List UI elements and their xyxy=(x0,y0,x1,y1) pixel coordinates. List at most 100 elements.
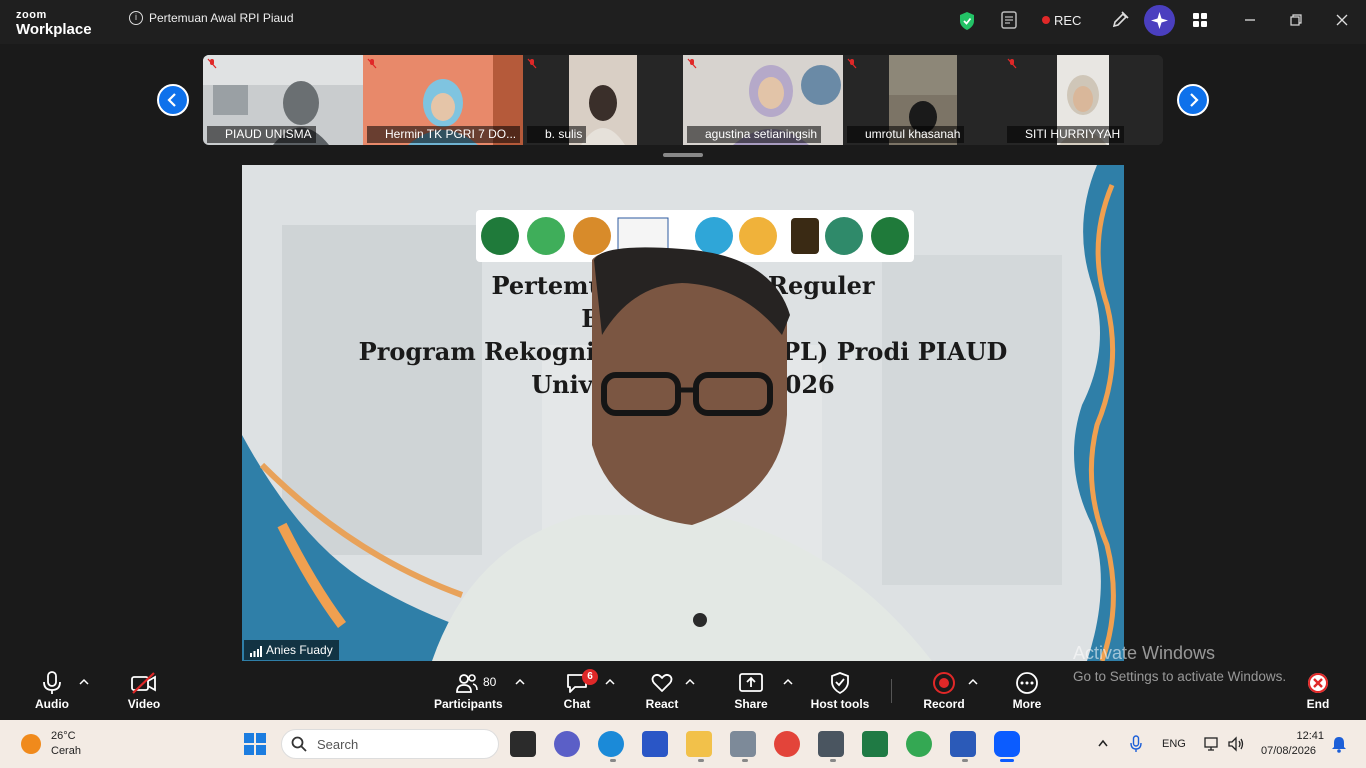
recording-indicator-icon xyxy=(1042,16,1050,24)
participants-label: Participants xyxy=(434,697,503,711)
chrome-profile-icon[interactable] xyxy=(906,731,932,757)
active-app-indicator xyxy=(1000,759,1014,762)
weather-sun-icon[interactable] xyxy=(21,734,41,754)
participant-tile[interactable]: Hermin TK PGRI 7 DO... xyxy=(363,55,523,145)
close-button[interactable] xyxy=(1332,10,1352,30)
participant-name: b. sulis xyxy=(527,126,587,143)
record-icon xyxy=(933,672,955,694)
host-tools-label: Host tools xyxy=(810,697,870,711)
network-icon[interactable] xyxy=(1203,735,1221,753)
ai-companion-icon[interactable] xyxy=(1144,5,1175,36)
muted-mic-icon xyxy=(367,58,377,69)
word-icon[interactable] xyxy=(950,731,976,757)
chat-unread-badge: 6 xyxy=(582,669,598,685)
running-indicator xyxy=(830,759,836,762)
muted-mic-icon xyxy=(687,58,697,69)
record-button[interactable]: Record xyxy=(922,667,966,717)
participant-tile[interactable]: agustina setianingsih xyxy=(683,55,843,145)
chrome-icon[interactable] xyxy=(774,731,800,757)
search-icon xyxy=(291,736,307,752)
react-button[interactable]: React xyxy=(640,667,684,717)
participant-gallery-strip: PIAUD UNISMA Hermin TK PGRI 7 DO... b. s… xyxy=(203,55,1163,145)
minimize-button[interactable] xyxy=(1240,10,1260,30)
excel-icon[interactable] xyxy=(862,731,888,757)
taskbar-search-box[interactable] xyxy=(281,729,499,759)
resize-handle[interactable] xyxy=(663,153,703,157)
video-button[interactable]: Video xyxy=(122,667,166,717)
apps-grid-icon[interactable] xyxy=(1192,12,1208,28)
encryption-shield-icon[interactable] xyxy=(958,11,976,31)
annotate-pen-icon[interactable] xyxy=(1110,10,1130,30)
video-off-icon xyxy=(131,672,156,694)
share-button[interactable]: Share xyxy=(729,667,773,717)
participant-tile[interactable]: PIAUD UNISMA xyxy=(203,55,363,145)
signal-strength-icon xyxy=(250,646,262,657)
notification-bell-icon[interactable] xyxy=(1331,735,1347,753)
input-language[interactable]: ENG xyxy=(1162,738,1186,750)
participant-tile[interactable]: SITI HURRIYYAH xyxy=(1003,55,1163,145)
windows-start-button[interactable] xyxy=(244,733,266,755)
notes-icon[interactable] xyxy=(1000,10,1018,30)
audio-button[interactable]: Audio xyxy=(30,667,74,717)
weather-condition[interactable]: Cerah xyxy=(51,745,81,757)
participant-name: umrotul khasanah xyxy=(847,126,965,143)
audio-options-caret-icon[interactable] xyxy=(78,678,90,686)
clock-date[interactable]: 07/08/2026 xyxy=(1261,745,1316,757)
zoom-app-icon[interactable] xyxy=(994,731,1020,757)
react-options-caret-icon[interactable] xyxy=(684,678,696,686)
info-icon[interactable]: i xyxy=(129,11,143,25)
record-label: Record xyxy=(923,697,965,711)
workplace-logo: Workplace xyxy=(16,21,92,38)
volume-icon[interactable] xyxy=(1227,735,1245,753)
chat-options-caret-icon[interactable] xyxy=(604,678,616,686)
zoom-logo: zoom xyxy=(16,9,47,21)
file-explorer-icon[interactable] xyxy=(686,731,712,757)
participants-options-caret-icon[interactable] xyxy=(514,678,526,686)
weather-temperature[interactable]: 26°C xyxy=(51,730,76,742)
participant-tile[interactable]: umrotul khasanah xyxy=(843,55,1003,145)
host-shield-icon xyxy=(831,672,849,695)
camera-app-icon[interactable] xyxy=(818,731,844,757)
running-indicator xyxy=(742,759,748,762)
participant-name: Hermin TK PGRI 7 DO... xyxy=(367,126,521,143)
recording-label[interactable]: REC xyxy=(1054,13,1081,28)
gallery-prev-button[interactable] xyxy=(157,84,189,116)
tray-microphone-icon[interactable] xyxy=(1130,735,1142,753)
running-indicator xyxy=(698,759,704,762)
gallery-next-button[interactable] xyxy=(1177,84,1209,116)
host-tools-button[interactable]: Host tools xyxy=(810,667,870,717)
meeting-title: Pertemuan Awal RPI Piaud xyxy=(149,11,294,25)
running-indicator xyxy=(962,759,968,762)
restore-button[interactable] xyxy=(1286,10,1306,30)
muted-mic-icon xyxy=(207,58,217,69)
end-meeting-button[interactable]: End xyxy=(1298,667,1338,717)
more-label: More xyxy=(1012,697,1042,711)
video-label: Video xyxy=(127,697,161,711)
speaker-figure xyxy=(432,247,932,661)
muted-mic-icon xyxy=(1007,58,1017,69)
active-speaker-video[interactable]: Pertemuan Av siswa Reguler Beasisw asmen… xyxy=(242,165,1124,661)
calculator-icon[interactable] xyxy=(730,731,756,757)
more-options-icon xyxy=(1016,672,1038,694)
participants-icon xyxy=(456,674,478,693)
edge-browser-icon[interactable] xyxy=(598,731,624,757)
record-options-caret-icon[interactable] xyxy=(967,678,979,686)
show-hidden-icons-icon[interactable] xyxy=(1097,738,1109,748)
heart-icon xyxy=(651,673,673,692)
toolbar-divider xyxy=(891,679,892,703)
share-label: Share xyxy=(734,697,768,711)
chat-label: Chat xyxy=(563,697,591,711)
more-button[interactable]: More xyxy=(1005,667,1049,717)
share-screen-icon xyxy=(739,673,763,692)
teams-meet-icon[interactable] xyxy=(554,731,580,757)
end-label: End xyxy=(1306,697,1330,711)
clock-time[interactable]: 12:41 xyxy=(1276,730,1324,742)
microsoft-store-icon[interactable] xyxy=(642,731,668,757)
participants-count: 80 xyxy=(483,675,497,689)
task-view-icon[interactable] xyxy=(510,731,536,757)
share-options-caret-icon[interactable] xyxy=(782,678,794,686)
muted-mic-icon xyxy=(847,58,857,69)
activate-windows-title: Activate Windows xyxy=(1073,643,1216,663)
activate-windows-subtitle: Go to Settings to activate Windows. xyxy=(1073,669,1287,684)
participant-tile[interactable]: b. sulis xyxy=(523,55,683,145)
